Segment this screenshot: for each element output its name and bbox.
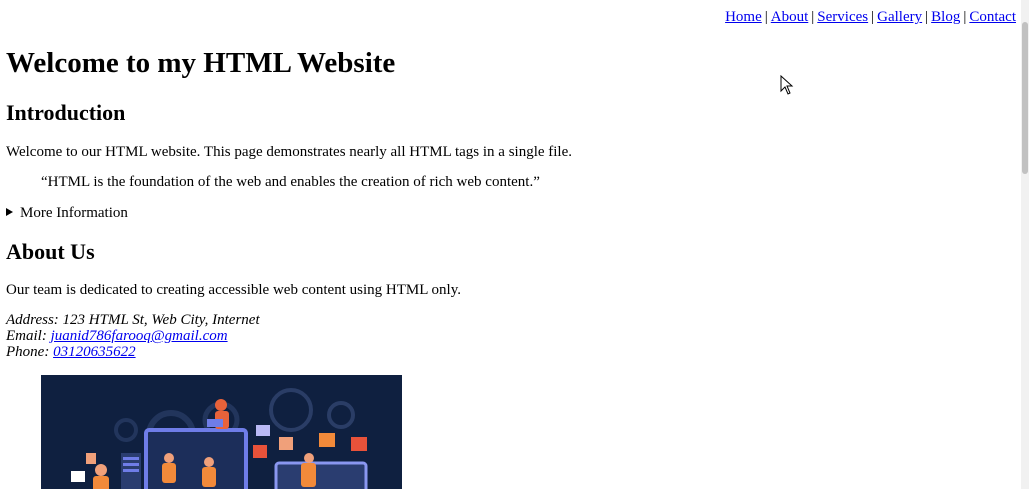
introduction-text: Welcome to our HTML website. This page d…: [6, 144, 573, 160]
nav-separator: |: [811, 9, 815, 25]
more-information-details[interactable]: More Information: [6, 205, 128, 222]
phone-link[interactable]: 03120635622: [53, 344, 136, 360]
nav-link-home[interactable]: Home: [725, 9, 762, 25]
mouse-pointer-icon: [780, 75, 794, 95]
phone-label: Phone:: [6, 344, 54, 361]
about-us-heading: About Us: [6, 239, 95, 264]
web-development-illustration: [41, 375, 402, 489]
nav-separator: |: [925, 9, 929, 25]
email-label: Email:: [6, 328, 51, 345]
nav-separator: |: [963, 9, 967, 25]
disclosure-triangle-icon: [6, 208, 13, 216]
contact-address: Address: 123 HTML St, Web City, Internet…: [6, 312, 260, 361]
nav-link-gallery[interactable]: Gallery: [877, 9, 922, 25]
nav-link-blog[interactable]: Blog: [931, 9, 960, 25]
nav-link-about[interactable]: About: [771, 9, 809, 25]
nav-link-services[interactable]: Services: [817, 9, 868, 25]
address-line: Address: 123 HTML St, Web City, Internet: [6, 312, 260, 328]
details-summary-label: More Information: [20, 205, 128, 221]
email-link[interactable]: juanid786farooq@gmail.com: [51, 328, 228, 344]
nav-separator: |: [764, 9, 768, 25]
top-navigation: Home | About | Services | Gallery | Blog | Contact: [725, 9, 1016, 26]
nav-separator: |: [871, 9, 875, 25]
nav-link-contact[interactable]: Contact: [969, 9, 1016, 25]
introduction-heading: Introduction: [6, 100, 126, 125]
illustration-graphic: [41, 375, 402, 489]
about-us-text: Our team is dedicated to creating access…: [6, 282, 461, 298]
vertical-scrollbar[interactable]: [1021, 0, 1029, 489]
scrollbar-thumb[interactable]: [1022, 22, 1028, 174]
page-title: Welcome to my HTML Website: [6, 47, 396, 79]
html-quote: “HTML is the foundation of the web and e…: [41, 174, 540, 190]
